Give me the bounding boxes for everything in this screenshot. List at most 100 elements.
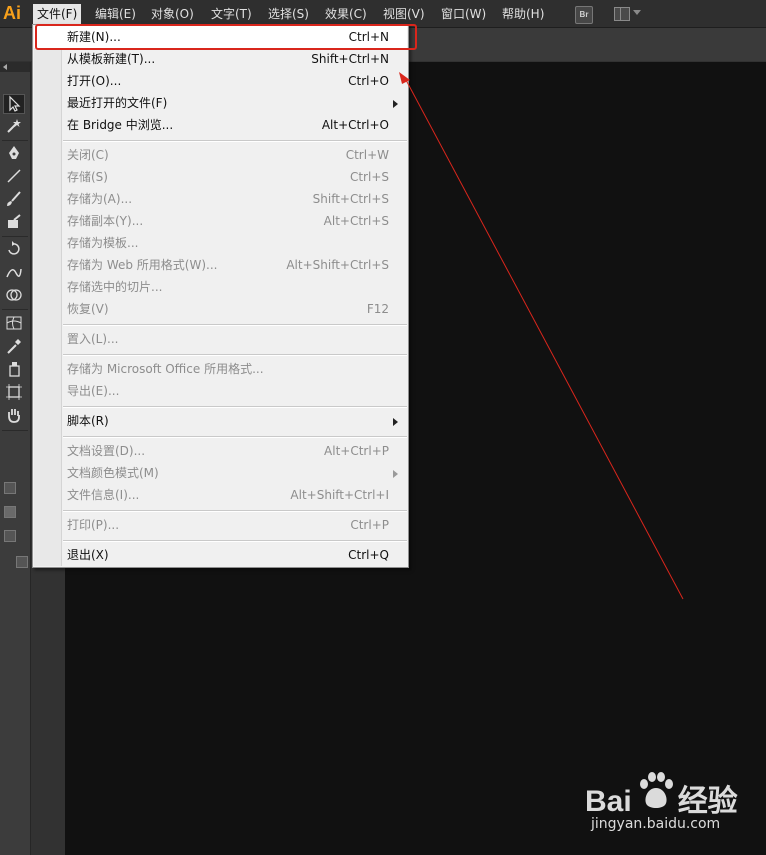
menu-item-label: 打印(P)... [67, 518, 120, 532]
submenu-arrow-icon [393, 470, 398, 478]
menu-item-save-copy[interactable]: 存储副本(Y)... Alt+Ctrl+S [34, 210, 407, 232]
menu-item-label: 文档设置(D)... [67, 444, 146, 458]
menu-item-shortcut: Alt+Ctrl+O [321, 118, 389, 132]
menu-item-exit[interactable]: 退出(X) Ctrl+Q [34, 544, 407, 566]
warp-tool-icon[interactable] [3, 263, 25, 283]
watermark-url: jingyan.baidu.com [591, 816, 721, 832]
menu-item-revert[interactable]: 恢复(V) F12 [34, 298, 407, 320]
menu-item-print[interactable]: 打印(P)... Ctrl+P [34, 514, 407, 536]
menu-item-save-selected-slices[interactable]: 存储选中的切片... [34, 276, 407, 298]
menu-edit[interactable]: 编辑(E) [91, 4, 140, 24]
menu-window[interactable]: 窗口(W) [437, 4, 490, 24]
menu-item-shortcut: Shift+Ctrl+N [311, 52, 389, 66]
menu-item-browse-in-bridge[interactable]: 在 Bridge 中浏览... Alt+Ctrl+O [34, 114, 407, 136]
menu-item-shortcut: Alt+Shift+Ctrl+S [286, 258, 389, 272]
tool-separator [2, 309, 28, 310]
menu-item-shortcut: Alt+Ctrl+P [324, 444, 389, 458]
menu-item-save-as-template[interactable]: 存储为模板... [34, 232, 407, 254]
blob-brush-tool-icon[interactable] [3, 213, 25, 233]
screen-mode-icon[interactable] [16, 556, 28, 568]
symbol-sprayer-tool-icon[interactable] [3, 360, 25, 380]
menu-item-label: 恢复(V) [67, 302, 109, 316]
menu-item-label: 存储为 Web 所用格式(W)... [67, 258, 218, 272]
menu-help[interactable]: 帮助(H) [498, 4, 548, 24]
menu-separator [63, 540, 407, 542]
annotation-highlight-box [35, 24, 417, 50]
menu-object[interactable]: 对象(O) [147, 4, 198, 24]
menu-item-label: 文档颜色模式(M) [67, 466, 159, 480]
magic-wand-tool-icon[interactable] [3, 117, 25, 137]
menu-item-place[interactable]: 置入(L)... [34, 328, 407, 350]
selection-tool-icon[interactable] [3, 94, 25, 114]
tools-panel [0, 62, 31, 855]
menu-item-save[interactable]: 存储(S) Ctrl+S [34, 166, 407, 188]
mesh-tool-icon[interactable] [3, 314, 25, 334]
menu-item-save-for-office[interactable]: 存储为 Microsoft Office 所用格式... [34, 358, 407, 380]
hand-tool-icon[interactable] [3, 406, 25, 426]
baidu-jingyan-watermark: Bai 经验 jingyan.baidu.com [585, 768, 755, 838]
menu-item-document-color-mode[interactable]: 文档颜色模式(M) [34, 462, 407, 484]
menu-item-open-recent[interactable]: 最近打开的文件(F) [34, 92, 407, 114]
menu-separator [63, 354, 407, 356]
menu-item-label: 在 Bridge 中浏览... [67, 118, 174, 132]
drawing-mode-behind-icon[interactable] [4, 530, 16, 542]
shape-builder-tool-icon[interactable] [3, 286, 25, 306]
arrange-documents-button[interactable] [614, 7, 642, 21]
rotate-tool-icon[interactable] [3, 240, 25, 260]
menu-item-save-for-web[interactable]: 存储为 Web 所用格式(W)... Alt+Shift+Ctrl+S [34, 254, 407, 276]
menu-type[interactable]: 文字(T) [207, 4, 256, 24]
menu-item-label: 存储副本(Y)... [67, 214, 144, 228]
menu-separator [63, 510, 407, 512]
menu-item-export[interactable]: 导出(E)... [34, 380, 407, 402]
menu-item-label: 退出(X) [67, 548, 109, 562]
tools-panel-collapse-handle[interactable] [0, 62, 30, 72]
menu-item-label: 存储选中的切片... [67, 280, 163, 294]
menu-item-shortcut: Ctrl+P [350, 518, 389, 532]
file-menu-dropdown: 新建(N)... Ctrl+N 从模板新建(T)... Shift+Ctrl+N… [32, 24, 409, 568]
menu-item-shortcut: Ctrl+S [349, 170, 389, 184]
menu-item-shortcut: Ctrl+W [345, 148, 389, 162]
menu-effect[interactable]: 效果(C) [321, 4, 371, 24]
eyedropper-tool-icon[interactable] [3, 337, 25, 357]
menu-item-label: 关闭(C) [67, 148, 109, 162]
menu-item-label: 打开(O)... [67, 74, 122, 88]
menu-item-shortcut: F12 [366, 302, 389, 316]
menu-separator [63, 436, 407, 438]
artboard-tool-icon[interactable] [3, 383, 25, 403]
submenu-arrow-icon [393, 100, 398, 108]
baidu-paw-icon [640, 772, 673, 808]
menu-item-close[interactable]: 关闭(C) Ctrl+W [34, 144, 407, 166]
menu-separator [63, 324, 407, 326]
layout-grid-icon [614, 7, 630, 21]
menu-item-scripts[interactable]: 脚本(R) [34, 410, 407, 432]
paintbrush-tool-icon[interactable] [3, 190, 25, 210]
pen-tool-icon[interactable] [3, 144, 25, 164]
menu-separator [63, 406, 407, 408]
illustrator-logo: Ai [3, 3, 21, 23]
menu-item-shortcut: Shift+Ctrl+S [312, 192, 389, 206]
menu-view[interactable]: 视图(V) [379, 4, 429, 24]
menu-item-label: 从模板新建(T)... [67, 52, 156, 66]
menu-item-shortcut: Ctrl+Q [348, 548, 389, 562]
menu-item-document-setup[interactable]: 文档设置(D)... Alt+Ctrl+P [34, 440, 407, 462]
menu-item-new-from-template[interactable]: 从模板新建(T)... Shift+Ctrl+N [34, 48, 407, 70]
menu-item-open[interactable]: 打开(O)... Ctrl+O [34, 70, 407, 92]
line-tool-icon[interactable] [3, 167, 25, 187]
tool-separator [2, 236, 28, 237]
menu-item-file-info[interactable]: 文件信息(I)... Alt+Shift+Ctrl+I [34, 484, 407, 506]
menu-item-shortcut: Ctrl+O [348, 74, 389, 88]
menu-item-label: 导出(E)... [67, 384, 120, 398]
bridge-button[interactable]: Br [575, 6, 593, 24]
menu-select[interactable]: 选择(S) [264, 4, 313, 24]
fill-swatch[interactable] [4, 482, 16, 494]
menu-item-label: 存储为模板... [67, 236, 139, 250]
menu-item-label: 存储为(A)... [67, 192, 133, 206]
drawing-mode-normal-icon[interactable] [4, 506, 16, 518]
tool-separator [2, 140, 28, 141]
chevron-down-icon [633, 10, 641, 15]
tool-separator [2, 430, 28, 431]
menu-item-save-as[interactable]: 存储为(A)... Shift+Ctrl+S [34, 188, 407, 210]
menu-item-label: 存储(S) [67, 170, 108, 184]
menu-file[interactable]: 文件(F) [33, 4, 82, 24]
submenu-arrow-icon [393, 418, 398, 426]
